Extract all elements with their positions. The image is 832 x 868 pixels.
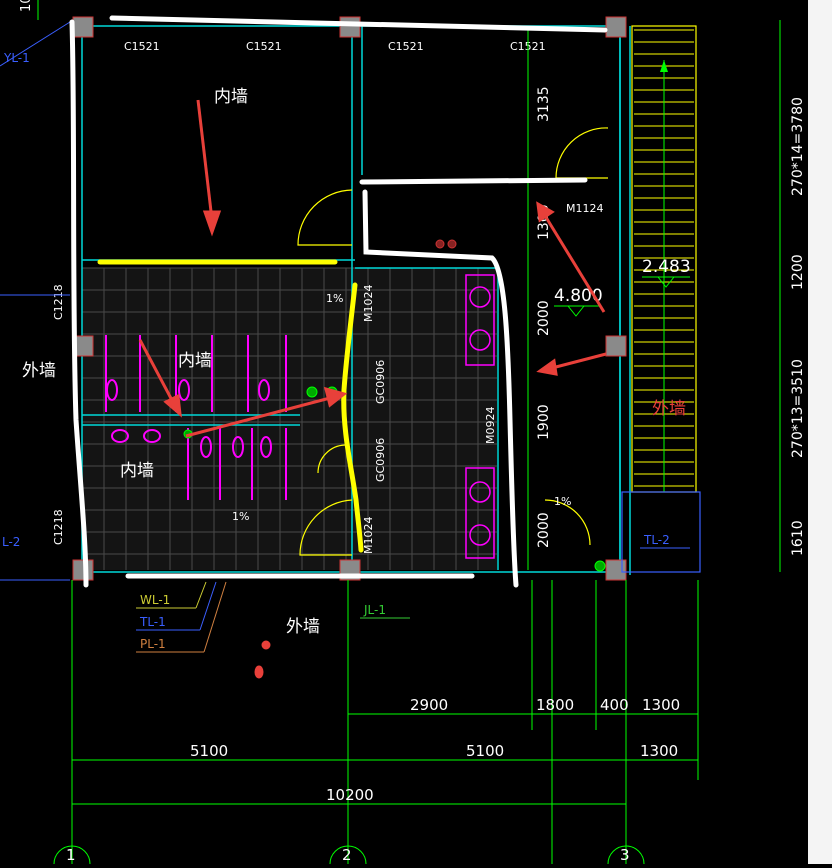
svg-text:L-2: L-2: [2, 535, 20, 549]
svg-text:10200: 10200: [326, 786, 374, 804]
svg-text:1300: 1300: [640, 742, 678, 760]
annotation-outer-wall: 外墙: [652, 399, 686, 419]
annotation-outer-wall: 外墙: [286, 617, 320, 637]
svg-text:5100: 5100: [190, 742, 228, 760]
svg-text:2: 2: [342, 846, 352, 864]
svg-text:1%: 1%: [232, 510, 249, 523]
svg-text:GC0906: GC0906: [374, 438, 387, 482]
floor-plan-svg: 100 C1521 C1521: [0, 0, 806, 868]
svg-text:1610: 1610: [790, 520, 806, 556]
svg-text:2000: 2000: [536, 512, 552, 548]
svg-text:1%: 1%: [326, 292, 343, 305]
svg-text:C1218: C1218: [52, 284, 65, 320]
svg-text:270*14=3780: 270*14=3780: [790, 97, 806, 196]
svg-text:1300: 1300: [642, 696, 680, 714]
svg-text:M1124: M1124: [566, 202, 604, 215]
svg-text:PL-1: PL-1: [140, 637, 166, 651]
svg-text:C1521: C1521: [124, 40, 160, 53]
svg-text:3: 3: [620, 846, 630, 864]
svg-text:270*13=3510: 270*13=3510: [790, 359, 806, 458]
annotation-inner-wall: 内墙: [178, 351, 212, 371]
svg-text:C1521: C1521: [388, 40, 424, 53]
svg-text:C1218: C1218: [52, 509, 65, 545]
svg-text:3135: 3135: [536, 86, 552, 122]
top-left-dimension: 100: [19, 0, 39, 20]
right-dimensions: 270*14=3780 1200 270*13=3510 1610: [779, 20, 806, 572]
svg-text:JL-1: JL-1: [363, 603, 386, 617]
annotation-outer-wall: 外墙: [22, 361, 56, 381]
svg-text:400: 400: [600, 696, 629, 714]
side-panel: [808, 0, 832, 864]
restroom-floor-grid: [81, 267, 497, 570]
svg-text:GC0906: GC0906: [374, 360, 387, 404]
svg-text:2900: 2900: [410, 696, 448, 714]
annotation-inner-wall: 内墙: [120, 461, 154, 481]
svg-text:1%: 1%: [554, 495, 571, 508]
svg-text:C1521: C1521: [246, 40, 282, 53]
svg-text:M1024: M1024: [362, 285, 375, 323]
svg-text:WL-1: WL-1: [140, 593, 170, 607]
svg-text:1200: 1200: [790, 254, 806, 290]
svg-text:1900: 1900: [536, 404, 552, 440]
svg-text:1800: 1800: [536, 696, 574, 714]
svg-text:100: 100: [19, 0, 34, 12]
svg-text:M1024: M1024: [362, 517, 375, 555]
annotation-inner-wall: 内墙: [214, 87, 248, 107]
svg-text:1: 1: [66, 846, 76, 864]
svg-text:5100: 5100: [466, 742, 504, 760]
svg-text:2000: 2000: [536, 300, 552, 336]
bottom-dimensions: 2900 1800 400 1300 5100 5100 1300 10200 …: [53, 696, 698, 868]
staircase: [621, 25, 701, 573]
svg-text:TL-2: TL-2: [643, 533, 670, 547]
svg-text:2.483: 2.483: [642, 257, 691, 277]
svg-text:TL-1: TL-1: [139, 615, 166, 629]
internal-dimensions: 3135 1300 2000 1900 2000: [527, 30, 552, 570]
cad-floor-plan: 100 C1521 C1521: [0, 0, 832, 868]
svg-text:M0924: M0924: [484, 407, 497, 445]
svg-text:YL-1: YL-1: [3, 51, 30, 65]
